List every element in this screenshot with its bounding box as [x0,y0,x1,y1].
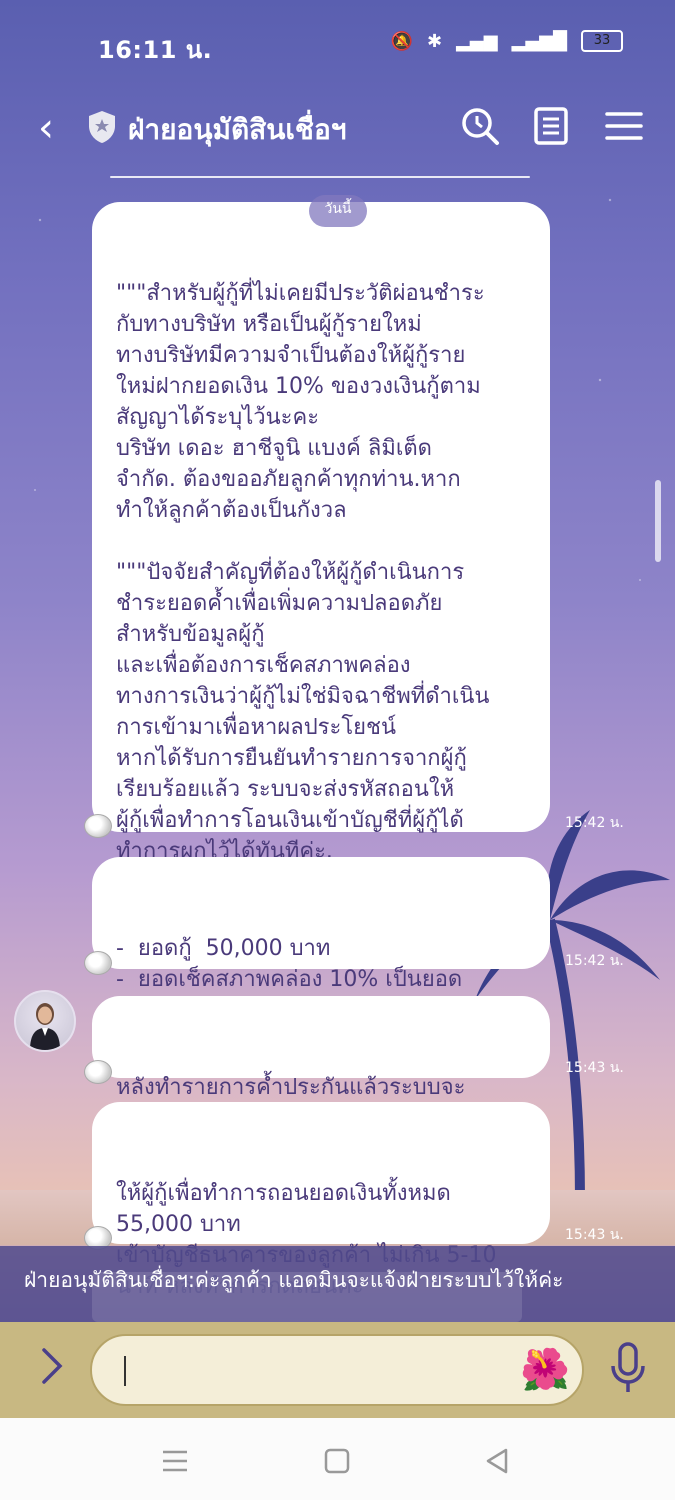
message-time: 15:43 น. [565,1227,624,1243]
chat-header: ‹ ฝ่ายอนุมัติสินเชื่อฯ [0,78,675,178]
message-time: 15:43 น. [565,1060,624,1076]
text-caret [124,1356,126,1386]
avatar[interactable] [14,990,76,1052]
recent-apps-icon[interactable] [160,1446,190,1476]
message-time: 15:42 น. [565,815,624,831]
message-bubble[interactable]: ให้ผู้กู้เพื่อทำการถอนยอดเงินทั้งหมด 55,… [84,1102,550,1299]
battery-icon: 33 [581,30,623,52]
status-icons: 🔕 ✱ ▂▄▆ ▂▄▆█ 33 [391,30,623,52]
message-input[interactable]: 🌺 [90,1334,584,1406]
message-bubble[interactable]: - ยอดกู้ 50,000 บาท - ยอดเช็คสภาพคล่อง 1… [84,857,550,1023]
chevron-right-icon[interactable] [38,1346,66,1386]
bluetooth-icon: ✱ [427,30,443,52]
message-divider [110,176,530,178]
message-bubble[interactable]: หลังทำรายการค้ำประกันแล้วระบบจะ ออกรหัส … [84,996,550,1131]
shield-icon [89,111,115,143]
sticker-icon [84,951,112,975]
microphone-icon[interactable] [608,1342,648,1394]
person-icon [30,1003,60,1050]
message-text: """สำหรับผู้กู้ที่ไม่เคยมีประวัติผ่อนชำร… [116,281,490,864]
hibiscus-emoji-icon[interactable]: 🌺 [520,1344,570,1396]
chat-scrollbar[interactable] [655,480,661,562]
signal-4g-icon: ▂▄▆█ [511,30,567,52]
notification-text: ฝ่ายอนุมัติสินเชื่อฯ:ค่ะลูกค้า แอดมินจะแ… [24,1268,564,1292]
notes-icon[interactable] [532,106,572,146]
signal-icon: ▂▄▆ [456,30,498,52]
date-separator: วันนี้ [309,195,367,227]
chevron-left-icon[interactable]: ‹ [38,108,54,148]
message-time: 15:42 น. [565,953,624,969]
input-bar: 🌺 [0,1322,675,1418]
sticker-icon [84,1060,112,1084]
menu-icon[interactable] [604,106,644,146]
sticker-icon [84,814,112,838]
mute-icon: 🔕 [390,30,413,52]
status-bar: 16:11 น. 🔕 ✱ ▂▄▆ ▂▄▆█ 33 [0,0,675,78]
message-bubble[interactable]: """สำหรับผู้กู้ที่ไม่เคยมีประวัติผ่อนชำร… [84,202,550,864]
back-icon[interactable] [482,1446,512,1476]
system-nav-bar [0,1418,675,1500]
home-icon[interactable] [322,1446,352,1476]
chat-title: ฝ่ายอนุมัติสินเชื่อฯ [128,113,347,146]
search-icon[interactable] [460,106,500,146]
status-time: 16:11 น. [98,36,213,64]
